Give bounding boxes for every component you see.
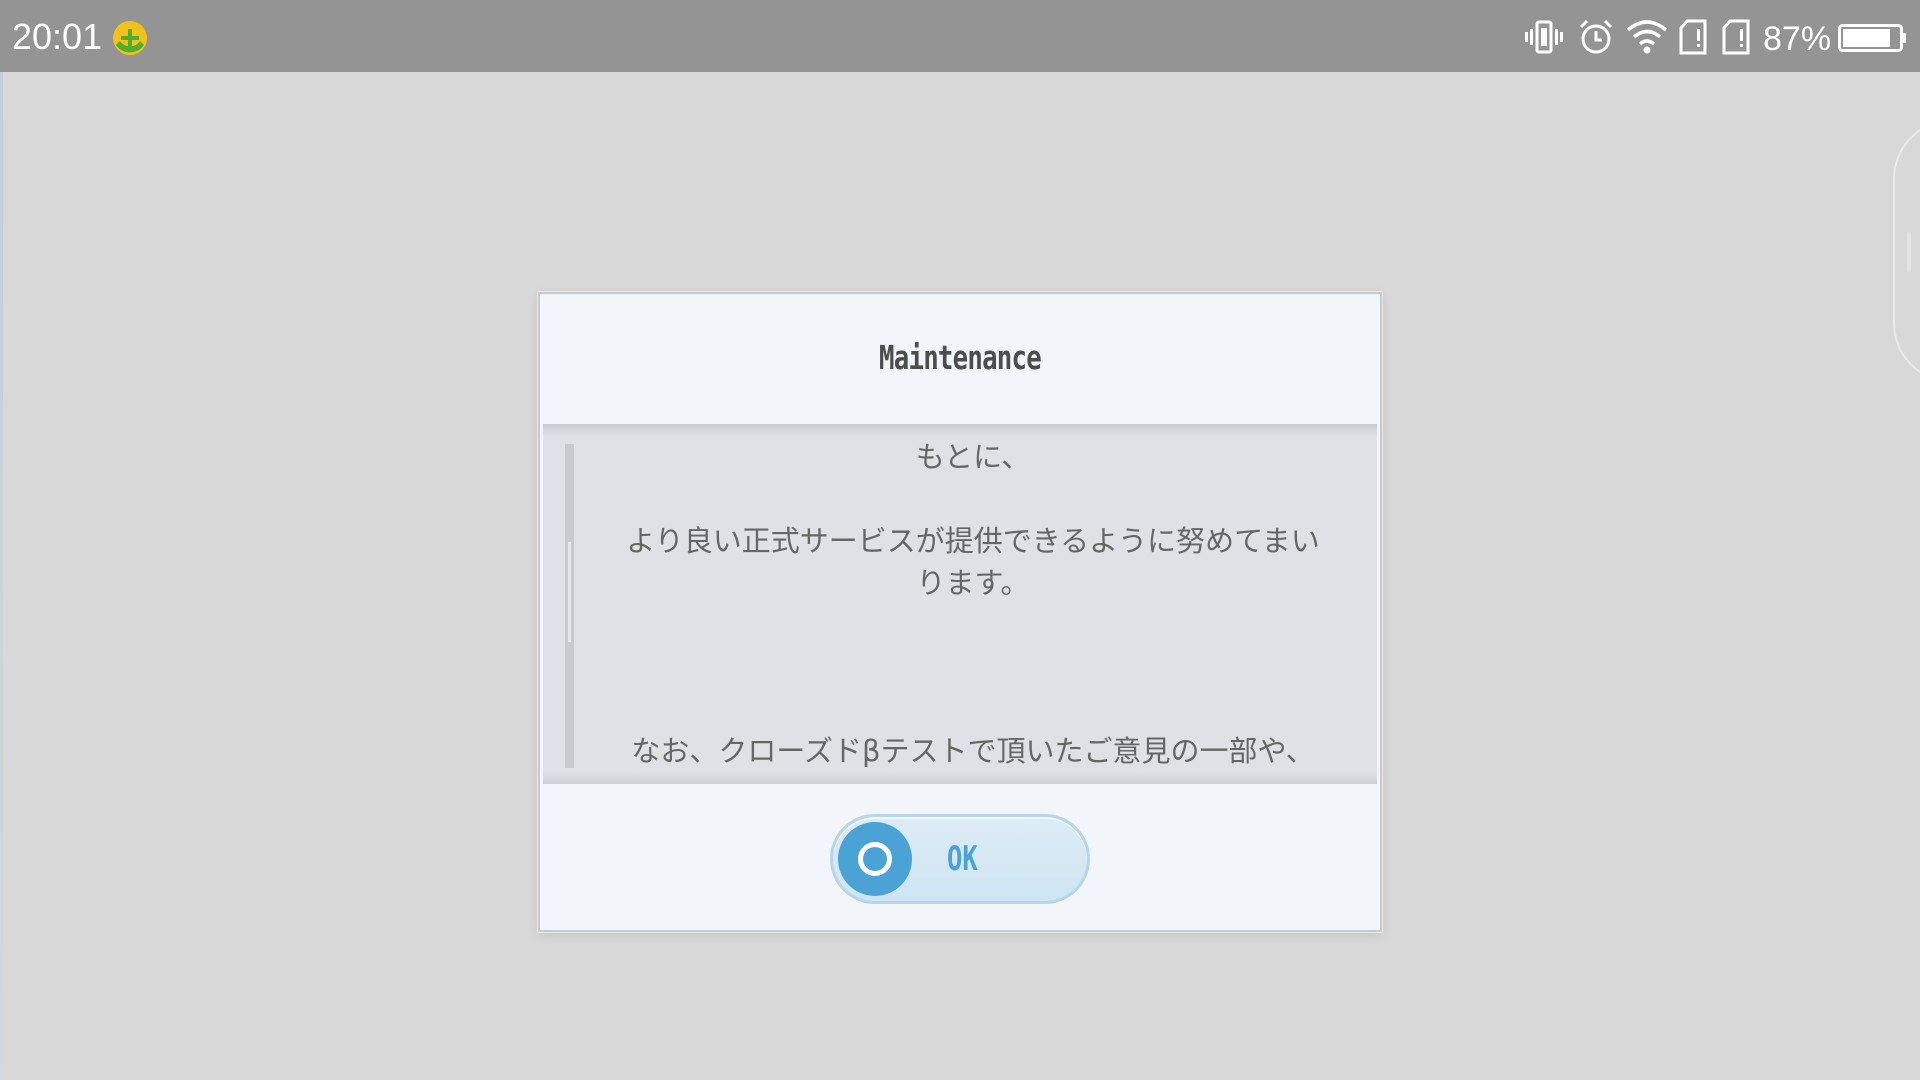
- screen-edge: [0, 72, 3, 1080]
- sim-card-2-icon: [1722, 19, 1750, 55]
- ok-button-label: OK: [947, 839, 978, 879]
- app-notification-icon: [113, 21, 147, 55]
- dialog-header: Maintenance: [540, 294, 1380, 424]
- scrollbar-thumb[interactable]: [568, 542, 571, 642]
- message-line: もとに、: [915, 440, 1031, 474]
- maintenance-dialog: Maintenance もとに、 より良い正式サービスが提供できるように努めてま…: [538, 292, 1382, 932]
- message-line: より良い正式サービスが提供できるように努めてまい: [626, 524, 1320, 558]
- side-handle-grip: [1907, 232, 1911, 272]
- battery-icon: [1838, 24, 1906, 52]
- circle-button-icon: [838, 822, 912, 896]
- sim-card-1-icon: [1679, 19, 1707, 55]
- game-screen: Maintenance もとに、 より良い正式サービスが提供できるように努めてま…: [0, 72, 1920, 1080]
- body-top-shadow: [543, 424, 1377, 436]
- status-bar: 20:01 87%: [0, 0, 1920, 72]
- vibrate-icon: [1525, 20, 1563, 54]
- dialog-title: Maintenance: [879, 338, 1042, 377]
- message-line: なお、クローズドβテストで頂いたご意見の一部や、: [631, 734, 1315, 768]
- circle-ring: [858, 842, 892, 876]
- message-line: ります。: [916, 566, 1030, 600]
- body-bottom-shadow: [543, 772, 1377, 784]
- alarm-icon: [1579, 19, 1613, 54]
- dialog-message-scroll-area[interactable]: もとに、 より良い正式サービスが提供できるように努めてまい ります。 なお、クロ…: [543, 424, 1377, 784]
- wifi-icon: [1626, 20, 1668, 54]
- status-time: 20:01: [12, 16, 103, 57]
- dialog-footer: OK: [540, 784, 1380, 930]
- battery-percent: 87%: [1763, 20, 1832, 58]
- ok-button[interactable]: OK: [830, 814, 1090, 904]
